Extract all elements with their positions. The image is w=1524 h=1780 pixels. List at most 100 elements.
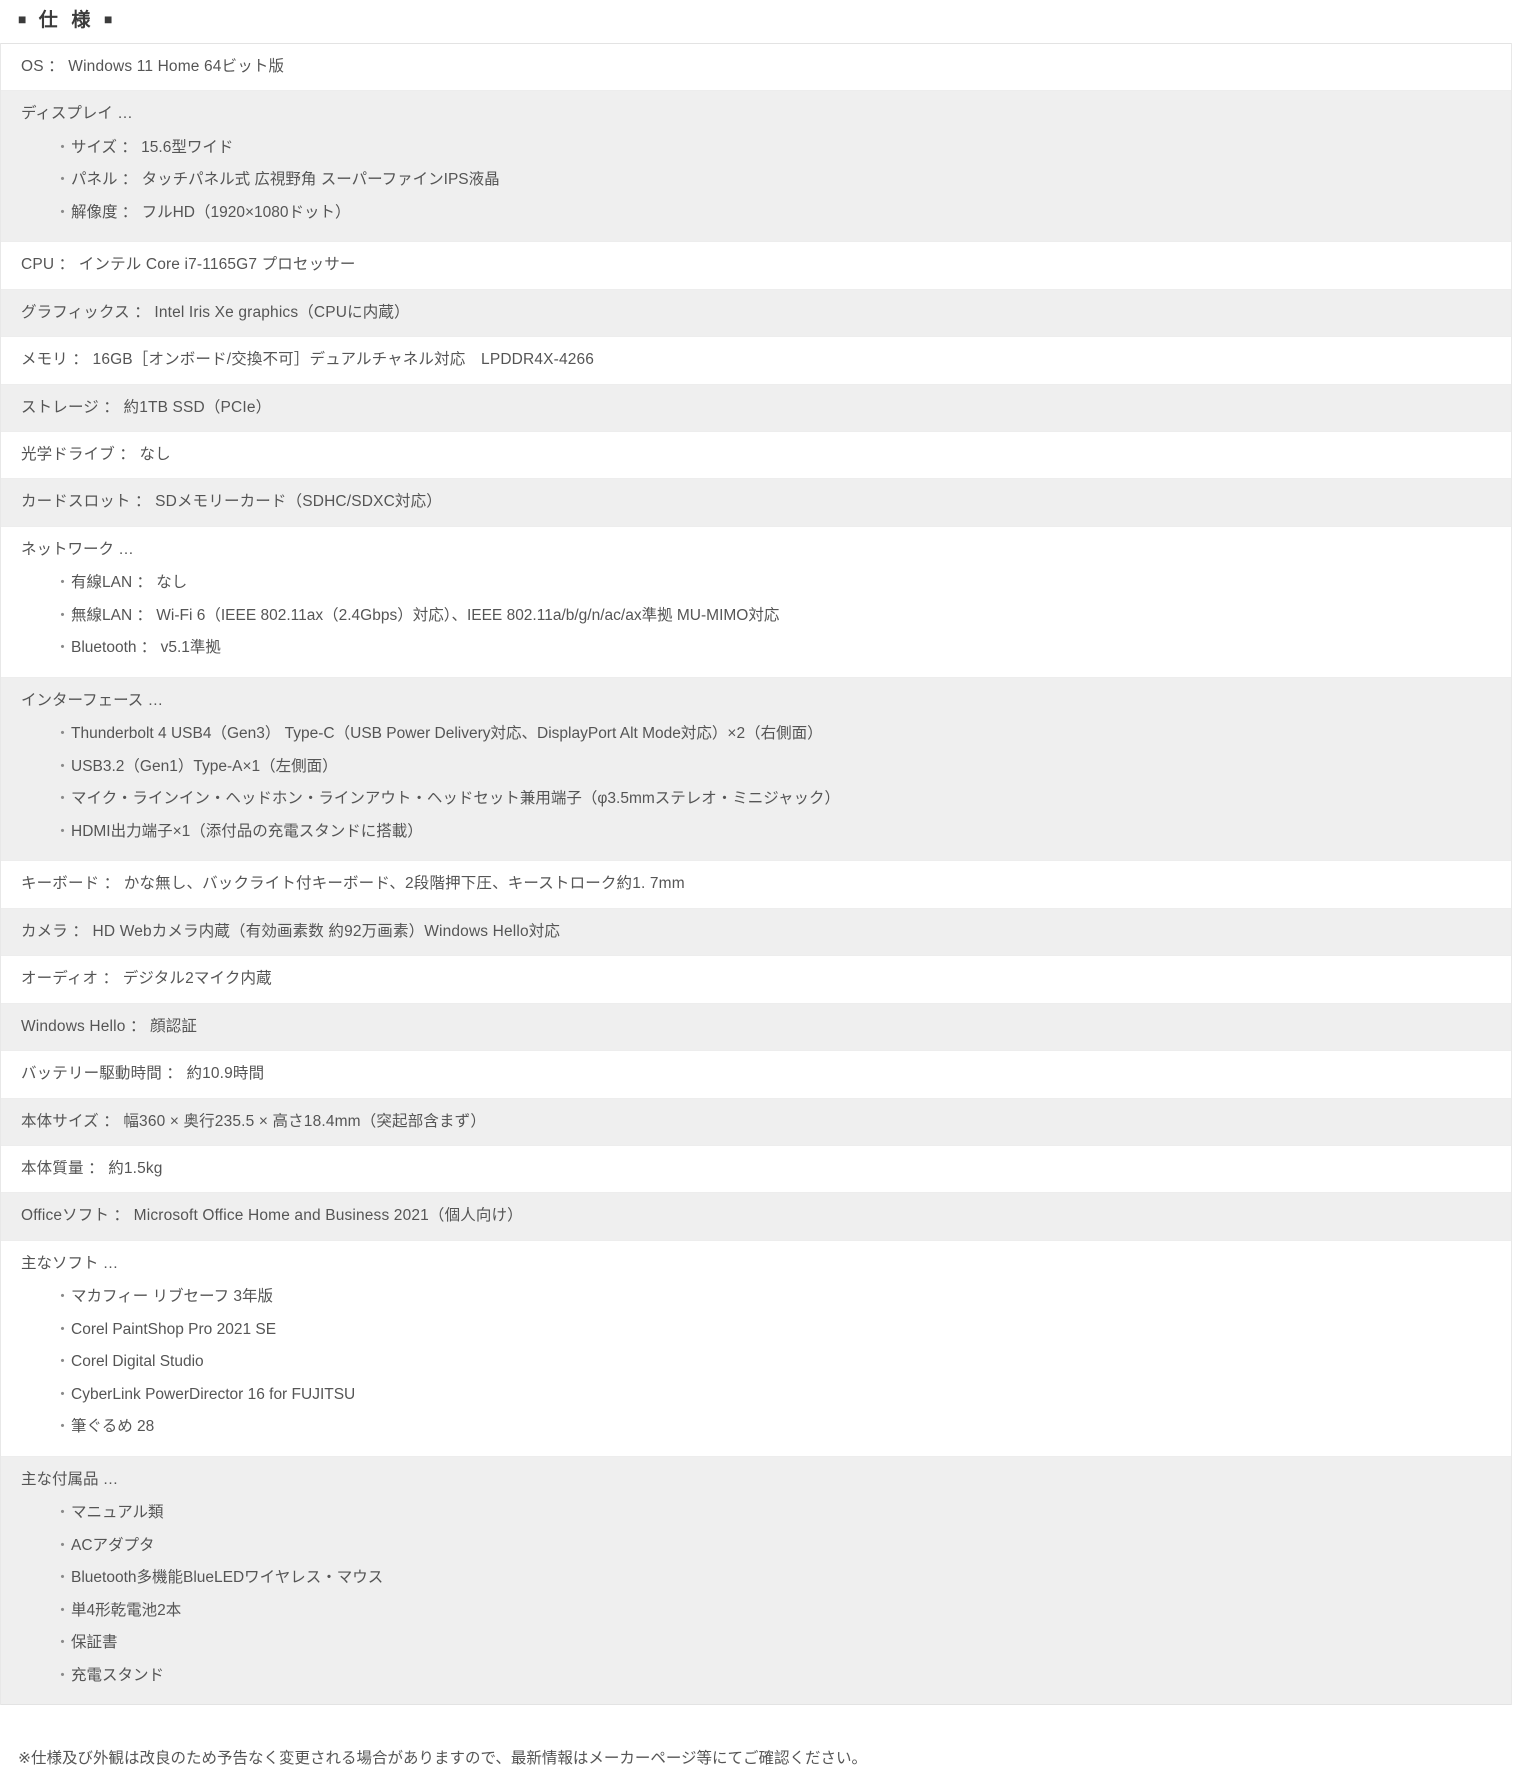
list-item-label: マカフィー リブセーフ 3年版 [71,1288,273,1306]
spec-row-camera: カメラ ： HD Webカメラ内蔵（有効画素数 約92万画素）Windows H… [0,908,1512,956]
list-item: ・Thunderbolt 4 USB4（Gen3） Type-C（USB Pow… [55,718,1501,750]
spec-text-keyboard: キーボード ： かな無し、バックライト付キーボード、2段階押下圧、キーストローク… [21,875,685,893]
specification-table-body: OS ： Windows 11 Home 64ビット版ディスプレイ … ・サイズ … [0,43,1512,1705]
bullet-dot-icon: ・ [55,574,71,592]
spec-text-audio: オーディオ ： デジタル2マイク内蔵 [21,970,272,988]
list-item: ・保証書 [55,1627,1501,1659]
spec-cell-body-size: 本体サイズ ： 幅360 × 奥行235.5 × 高さ18.4mm（突起部含まず… [0,1098,1512,1146]
spec-text-memory: メモリ ： 16GB［オンボード/交換不可］デュアルチャネル対応 LPDDR4X… [21,351,595,369]
spec-row-keyboard: キーボード ： かな無し、バックライト付キーボード、2段階押下圧、キーストローク… [0,860,1512,909]
spec-cell-card-slot: カードスロット ： SDメモリーカード（SDHC/SDXC対応） [0,478,1512,527]
bullet-dot-icon: ・ [55,203,71,221]
spec-cell-content: バッテリー駆動時間 ： 約10.9時間 [1,1051,1511,1097]
list-item-label: 保証書 [71,1634,118,1652]
spec-cell-content: ストレージ ： 約1TB SSD（PCIe） [1,385,1511,431]
spec-group-title-interface: インターフェース … [21,691,164,709]
list-item: ・マイク・ラインイン・ヘッドホン・ラインアウト・ヘッドセット兼用端子（φ3.5m… [55,783,1501,815]
bullet-dot-icon: ・ [55,822,71,840]
spec-row-os: OS ： Windows 11 Home 64ビット版 [0,43,1512,91]
spec-cell-battery-life: バッテリー駆動時間 ： 約10.9時間 [0,1050,1512,1099]
spec-row-network: ネットワーク … ・有線LAN ： なし ・無線LAN ： Wi-Fi 6（IEEE… [0,526,1512,678]
list-item-label: 筆ぐるめ 28 [71,1418,155,1436]
spec-cell-content: カメラ ： HD Webカメラ内蔵（有効画素数 約92万画素）Windows H… [1,909,1511,955]
bullet-dot-icon: ・ [55,757,71,775]
spec-cell-audio: オーディオ ： デジタル2マイク内蔵 [0,955,1512,1004]
spec-cell-content: 光学ドライブ ： なし [1,432,1511,478]
list-item-label: 解像度 ： フルHD（1920×1080ドット） [71,203,351,221]
spec-cell-content: インターフェース … ・Thunderbolt 4 USB4（Gen3） Type… [1,678,1511,860]
list-item-label: Corel PaintShop Pro 2021 SE [71,1320,277,1338]
bullet-dot-icon: ・ [55,1418,71,1436]
spec-cell-office-software: Officeソフト ： Microsoft Office Home and Bu… [0,1192,1512,1241]
bullet-dot-icon: ・ [55,1569,71,1587]
spec-cell-content: カードスロット ： SDメモリーカード（SDHC/SDXC対応） [1,479,1511,525]
spec-row-optical-drive: 光学ドライブ ： なし [0,431,1512,479]
spec-row-memory: メモリ ： 16GB［オンボード/交換不可］デュアルチャネル対応 LPDDR4X… [0,336,1512,385]
bullet-dot-icon: ・ [55,1601,71,1619]
list-item-label: パネル ： タッチパネル式 広視野角 スーパーファインIPS液晶 [71,171,500,189]
spec-group-title-main-software: 主なソフト … [21,1254,119,1272]
spec-row-cpu: CPU ： インテル Core i7-1165G7 プロセッサー [0,241,1512,290]
list-item-label: 有線LAN ： なし [71,574,188,592]
list-item-label: 単4形乾電池2本 [71,1601,182,1619]
bullet-dot-icon: ・ [55,1288,71,1306]
bullet-dot-icon: ・ [55,1385,71,1403]
bullet-dot-icon: ・ [55,1666,71,1684]
square-marker-left-icon: ■ [18,11,30,27]
spec-sub-list-display: ・サイズ ： 15.6型ワイド・パネル ： タッチパネル式 広視野角 スーパーフ… [21,132,1501,229]
list-item: ・マカフィー リブセーフ 3年版 [55,1281,1501,1313]
list-item: ・充電スタンド [55,1660,1501,1692]
spec-cell-os: OS ： Windows 11 Home 64ビット版 [0,43,1512,91]
list-item: ・USB3.2（Gen1）Type-A×1（左側面） [55,751,1501,783]
list-item-label: HDMI出力端子×1（添付品の充電スタンドに搭載） [71,822,423,840]
spec-row-body-weight: 本体質量 ： 約1.5kg [0,1145,1512,1193]
list-item: ・HDMI出力端子×1（添付品の充電スタンドに搭載） [55,816,1501,848]
list-item-label: Corel Digital Studio [71,1353,204,1371]
list-item-label: USB3.2（Gen1）Type-A×1（左側面） [71,757,338,775]
list-item: ・Corel PaintShop Pro 2021 SE [55,1314,1501,1346]
spec-cell-content: グラフィックス ： Intel Iris Xe graphics（CPUに内蔵） [1,290,1511,336]
spec-text-office-software: Officeソフト ： Microsoft Office Home and Bu… [21,1207,523,1225]
list-item: ・無線LAN ： Wi-Fi 6（IEEE 802.11ax（2.4Gbps）対… [55,600,1501,632]
spec-text-cpu: CPU ： インテル Core i7-1165G7 プロセッサー [21,256,356,274]
bullet-dot-icon: ・ [55,639,71,657]
spec-cell-content: ディスプレイ … ・サイズ ： 15.6型ワイド・パネル ： タッチパネル式 広視… [1,91,1511,241]
footnote: ※仕様及び外観は改良のため予告なく変更される場合がありますので、最新情報はメーカ… [18,1750,868,1768]
bullet-dot-icon: ・ [55,1536,71,1554]
list-item: ・サイズ ： 15.6型ワイド [55,132,1501,164]
bullet-dot-icon: ・ [55,790,71,808]
spec-row-storage: ストレージ ： 約1TB SSD（PCIe） [0,384,1512,432]
list-item: ・マニュアル類 [55,1497,1501,1529]
spec-row-display: ディスプレイ … ・サイズ ： 15.6型ワイド・パネル ： タッチパネル式 広視… [0,90,1512,242]
spec-row-main-software: 主なソフト … ・マカフィー リブセーフ 3年版 ・Corel PaintShop … [0,1240,1512,1457]
spec-cell-content: CPU ： インテル Core i7-1165G7 プロセッサー [1,242,1511,288]
spec-row-interface: インターフェース … ・Thunderbolt 4 USB4（Gen3） Type… [0,677,1512,861]
spec-cell-interface: インターフェース … ・Thunderbolt 4 USB4（Gen3） Type… [0,677,1512,861]
list-item-label: Thunderbolt 4 USB4（Gen3） Type-C（USB Powe… [71,725,823,743]
spec-cell-optical-drive: 光学ドライブ ： なし [0,431,1512,479]
spec-cell-keyboard: キーボード ： かな無し、バックライト付キーボード、2段階押下圧、キーストローク… [0,860,1512,909]
spec-group-title-accessories: 主な付属品 … [21,1470,119,1488]
bullet-dot-icon: ・ [55,606,71,624]
bullet-dot-icon: ・ [55,1634,71,1652]
list-item: ・ACアダプタ [55,1530,1501,1562]
spec-cell-body-weight: 本体質量 ： 約1.5kg [0,1145,1512,1193]
bullet-dot-icon: ・ [55,1504,71,1522]
bullet-dot-icon: ・ [55,1353,71,1371]
list-item: ・CyberLink PowerDirector 16 for FUJITSU [55,1379,1501,1411]
page-title: ■ 仕 様 ■ [0,0,1524,43]
spec-cell-accessories: 主な付属品 … ・マニュアル類 ・ACアダプタ ・Bluetooth多機能BlueLE… [0,1456,1512,1705]
spec-sub-list-accessories: ・マニュアル類 ・ACアダプタ ・Bluetooth多機能BlueLEDワイヤレス・… [21,1497,1501,1692]
spec-cell-graphics: グラフィックス ： Intel Iris Xe graphics（CPUに内蔵） [0,289,1512,337]
spec-row-office-software: Officeソフト ： Microsoft Office Home and Bu… [0,1192,1512,1241]
spec-cell-display: ディスプレイ … ・サイズ ： 15.6型ワイド・パネル ： タッチパネル式 広視… [0,90,1512,242]
spec-text-battery-life: バッテリー駆動時間 ： 約10.9時間 [21,1065,265,1083]
list-item: ・単4形乾電池2本 [55,1595,1501,1627]
spec-cell-content: メモリ ： 16GB［オンボード/交換不可］デュアルチャネル対応 LPDDR4X… [1,337,1511,383]
spec-cell-content: Officeソフト ： Microsoft Office Home and Bu… [1,1193,1511,1239]
spec-group-title-display: ディスプレイ … [21,105,133,123]
spec-cell-windows-hello: Windows Hello ： 顔認証 [0,1003,1512,1051]
spec-cell-content: キーボード ： かな無し、バックライト付キーボード、2段階押下圧、キーストローク… [1,861,1511,907]
spec-text-card-slot: カードスロット ： SDメモリーカード（SDHC/SDXC対応） [21,493,442,511]
spec-row-graphics: グラフィックス ： Intel Iris Xe graphics（CPUに内蔵） [0,289,1512,337]
